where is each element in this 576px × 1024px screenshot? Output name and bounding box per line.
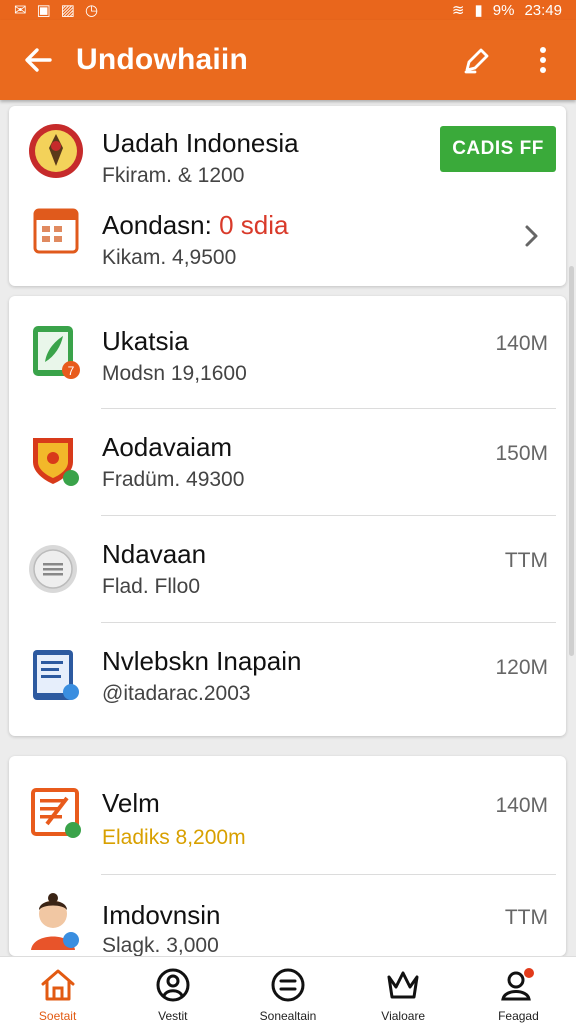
- scrollbar[interactable]: [569, 266, 574, 656]
- edit-button[interactable]: [444, 20, 510, 100]
- app-name: Velm: [102, 788, 160, 818]
- more-vert-icon: [540, 47, 546, 73]
- nav-label: Soetait: [38, 1009, 77, 1023]
- list-item[interactable]: Uadah Indonesia Fkiram. & 1200 CADIS FF: [9, 106, 566, 196]
- name-prefix: Aondasn:: [102, 210, 212, 240]
- app-name: Uadah Indonesia: [102, 128, 299, 158]
- app-sub: Fradüm. 49300: [102, 468, 245, 491]
- nav-vestit[interactable]: Vestit: [115, 957, 230, 1024]
- list-item[interactable]: Ndavaan Flad. Fllo0 TTM: [9, 515, 566, 623]
- svg-text:7: 7: [68, 364, 75, 378]
- list-item[interactable]: 7 Ukatsia Modsn 19,1600 140M: [9, 296, 566, 409]
- leaf-app-icon: 7: [27, 322, 85, 380]
- list-item[interactable]: Aodavaiam Fradüm. 49300 150M: [9, 408, 566, 516]
- home-icon: [41, 969, 75, 1001]
- app-sub: Flad. Fllo0: [102, 575, 201, 598]
- photo-icon: ▨: [60, 2, 75, 19]
- action-button[interactable]: CADIS FF: [440, 126, 556, 172]
- app-name: Aodavaiam: [102, 432, 233, 462]
- app-sub: Eladiks 8,200m: [102, 826, 246, 849]
- tablet-app-icon: [27, 646, 85, 704]
- list-item[interactable]: Velm Eladiks 8,200m 140M: [9, 756, 566, 875]
- app-size: TTM: [504, 549, 548, 572]
- app-name: Ukatsia: [102, 326, 189, 356]
- app-bar: Undowhaiin: [0, 20, 576, 100]
- status-bar: ✉ ▣ ▨ ◷ ≋ ▮ 9% 23:49: [0, 0, 576, 20]
- disc-app-icon: [27, 539, 85, 597]
- person-notification-icon: [501, 968, 535, 1001]
- name-accent: 0 sdia: [219, 210, 289, 240]
- app-sub: Slagk. 3,000: [102, 934, 219, 956]
- app-list-card-2: Velm Eladiks 8,200m 140M Imdovnsin Slagk…: [9, 756, 566, 956]
- nav-label: Feagad: [498, 1009, 539, 1023]
- battery-text: 9%: [492, 1, 515, 19]
- featured-card: Uadah Indonesia Fkiram. & 1200 CADIS FF …: [9, 106, 566, 286]
- overflow-menu-button[interactable]: [510, 20, 576, 100]
- gallery-icon: ▣: [36, 2, 51, 19]
- app-size: 140M: [495, 794, 548, 817]
- nav-sonealtain[interactable]: Sonealtain: [230, 957, 345, 1024]
- app-size: 150M: [495, 442, 548, 465]
- list-item[interactable]: Nvlebskn Inapain @itadarac.2003 120M: [9, 622, 566, 736]
- wifi-icon: ≋: [451, 2, 465, 19]
- profile-circle-icon: [156, 968, 190, 1002]
- notes-app-icon: [27, 784, 85, 842]
- crown-icon: [387, 971, 419, 999]
- alarm-icon: ◷: [84, 2, 99, 19]
- arrow-left-icon: [25, 48, 52, 72]
- chevron-right-icon[interactable]: [520, 220, 544, 252]
- menu-circle-icon: [271, 968, 305, 1002]
- calendar-icon: [27, 202, 85, 260]
- edit-pencil-icon: [464, 48, 489, 74]
- back-button[interactable]: [0, 20, 76, 100]
- list-item[interactable]: Aondasn: 0 sdia Kikam. 4,9500: [9, 196, 566, 286]
- app-sub: Fkiram. & 1200: [102, 164, 245, 187]
- status-left-icons: ✉ ▣ ▨ ◷: [14, 1, 98, 19]
- page-title: Undowhaiin: [76, 43, 248, 76]
- app-name: Imdovnsin: [102, 900, 221, 930]
- nav-home[interactable]: Soetait: [0, 957, 115, 1024]
- nav-label: Sonealtain: [259, 1009, 317, 1023]
- app-size: 120M: [495, 656, 548, 679]
- signal-icon: ▮: [474, 2, 483, 19]
- app-name: Ndavaan: [102, 539, 207, 569]
- emblem-icon: [27, 122, 85, 180]
- nav-vialoare[interactable]: Vialoare: [346, 957, 461, 1024]
- app-list-card: 7 Ukatsia Modsn 19,1600 140M Aodavaiam F…: [9, 296, 566, 736]
- list-item[interactable]: Imdovnsin Slagk. 3,000 TTM: [9, 874, 566, 956]
- shield-app-icon: [27, 432, 85, 490]
- app-sub: @itadarac.2003: [102, 682, 251, 705]
- nav-label: Vialoare: [381, 1009, 426, 1023]
- app-name: Nvlebskn Inapain: [102, 646, 302, 676]
- app-sub: Modsn 19,1600: [102, 362, 247, 385]
- notification-icon: ✉: [14, 2, 27, 19]
- bottom-nav: Soetait Vestit Sonealtain Vialoare Feaga…: [0, 956, 576, 1024]
- avatar-app-icon: [27, 892, 85, 950]
- status-time: 23:49: [524, 1, 562, 19]
- status-right: ≋ ▮ 9% 23:49: [451, 1, 562, 20]
- app-name: Aondasn: 0 sdia: [102, 210, 289, 241]
- app-size: 140M: [495, 332, 548, 355]
- nav-label: Vestit: [158, 1009, 188, 1023]
- app-size: TTM: [504, 906, 548, 929]
- app-sub: Kikam. 4,9500: [102, 246, 237, 269]
- nav-feagad[interactable]: Feagad: [461, 957, 576, 1024]
